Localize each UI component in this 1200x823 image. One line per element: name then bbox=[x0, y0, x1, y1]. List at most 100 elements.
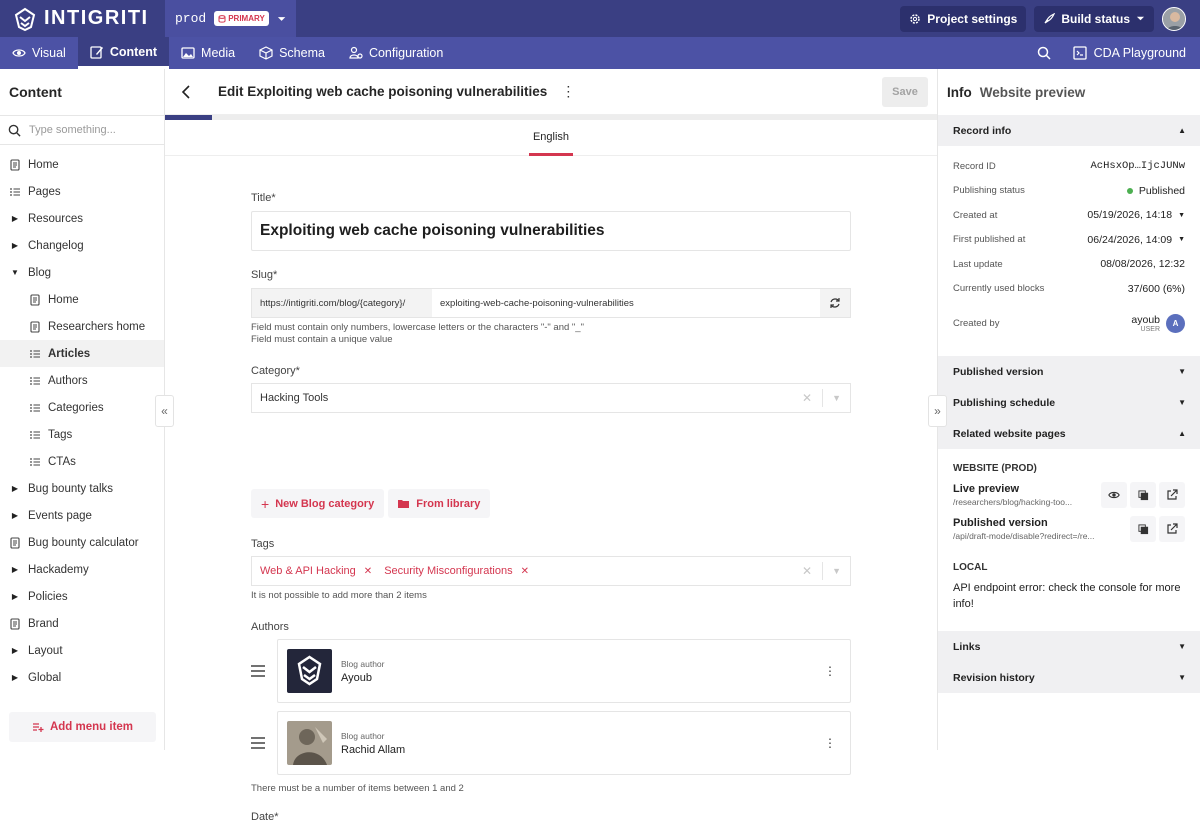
sidebar-item[interactable]: Categories bbox=[0, 394, 164, 421]
new-blog-category-button[interactable]: + New Blog category bbox=[251, 489, 385, 518]
list-icon bbox=[30, 430, 40, 439]
author-card[interactable]: Blog author Rachid Allam ⋮ bbox=[277, 711, 851, 775]
info-panel: Info Website preview Record info ▲ Recor… bbox=[937, 69, 1200, 750]
record-info-key: Currently used blocks bbox=[953, 283, 1045, 295]
project-settings-button[interactable]: Project settings bbox=[900, 5, 1027, 32]
sidebar-item[interactable]: Authors bbox=[0, 367, 164, 394]
add-menu-item-button[interactable]: Add menu item bbox=[9, 712, 156, 742]
sidebar-item[interactable]: Tags bbox=[0, 421, 164, 448]
copy-url-button[interactable] bbox=[1130, 482, 1156, 508]
tab-media[interactable]: Media bbox=[169, 37, 247, 69]
content-sidebar: Content Type something... Home Pages ▶ Reso… bbox=[0, 69, 165, 750]
eye-icon bbox=[1108, 491, 1120, 499]
clear-icon[interactable]: ✕ bbox=[802, 564, 812, 578]
sidebar-item[interactable]: Researchers home bbox=[0, 313, 164, 340]
record-info-value[interactable]: 05/19/2026, 14:18 ▼ bbox=[1087, 209, 1185, 221]
drag-handle-icon[interactable] bbox=[251, 737, 265, 749]
caret-right-icon: ▶ bbox=[11, 646, 19, 655]
sidebar-item[interactable]: Articles bbox=[0, 340, 164, 367]
regenerate-slug-button[interactable] bbox=[820, 289, 850, 317]
sidebar-item[interactable]: ▶ Changelog bbox=[0, 232, 164, 259]
chevron-left-icon bbox=[181, 84, 190, 99]
tab-content[interactable]: Content bbox=[77, 37, 170, 69]
caret-down-icon: ▼ bbox=[11, 268, 19, 277]
caret-right-icon: ▶ bbox=[11, 673, 19, 682]
sidebar-item[interactable]: ▶ Layout bbox=[0, 637, 164, 664]
sidebar-item[interactable]: ▼ Blog bbox=[0, 259, 164, 286]
tab-info[interactable]: Info bbox=[947, 85, 972, 100]
author-card[interactable]: Blog author Ayoub ⋮ bbox=[277, 639, 851, 703]
search-icon[interactable] bbox=[1037, 46, 1051, 60]
tags-select[interactable]: Web & API Hacking ✕ Security Misconfigura… bbox=[251, 556, 851, 586]
caret-right-icon: ▶ bbox=[11, 592, 19, 601]
published-version-title: Published version bbox=[953, 517, 1048, 529]
clear-icon[interactable]: ✕ bbox=[802, 391, 812, 405]
open-external-button[interactable] bbox=[1159, 482, 1185, 508]
sidebar-item[interactable]: ▶ Resources bbox=[0, 205, 164, 232]
status-dot-icon bbox=[1126, 187, 1133, 194]
related-website-pages-section[interactable]: Related website pages ▲ bbox=[938, 418, 1200, 449]
publishing-schedule-section[interactable]: Publishing schedule ▼ bbox=[938, 387, 1200, 418]
environment-selector[interactable]: prod PRIMARY bbox=[165, 0, 296, 37]
sidebar-item[interactable]: ▶ Policies bbox=[0, 583, 164, 610]
sidebar-item[interactable]: ▶ Events page bbox=[0, 502, 164, 529]
sidebar-item[interactable]: Home bbox=[0, 151, 164, 178]
links-section[interactable]: Links ▼ bbox=[938, 631, 1200, 662]
sidebar-search-input[interactable]: Type something... bbox=[29, 124, 116, 136]
user-avatar[interactable] bbox=[1162, 6, 1186, 31]
sidebar-item-label: Blog bbox=[28, 266, 52, 279]
more-options-icon[interactable]: ⋮ bbox=[824, 664, 836, 678]
sidebar-item[interactable]: ▶ Global bbox=[0, 664, 164, 691]
tab-visual[interactable]: Visual bbox=[0, 37, 78, 69]
sidebar-item[interactable]: ▶ Hackademy bbox=[0, 556, 164, 583]
user-photo-icon bbox=[1163, 7, 1185, 30]
save-button[interactable]: Save bbox=[882, 76, 928, 107]
folder-icon bbox=[398, 500, 410, 508]
category-select[interactable]: Hacking Tools ✕ ▼ bbox=[251, 383, 851, 413]
tab-website-preview[interactable]: Website preview bbox=[980, 85, 1086, 100]
published-version-section[interactable]: Published version ▼ bbox=[938, 356, 1200, 387]
sidebar-item[interactable]: Pages bbox=[0, 178, 164, 205]
published-version-row: Published version /api/draft-mode/disabl… bbox=[938, 508, 1200, 542]
chevron-down-icon bbox=[277, 16, 286, 21]
copy-url-button[interactable] bbox=[1130, 516, 1156, 542]
collapse-sidebar-button[interactable]: « bbox=[155, 395, 174, 427]
expand-panel-button[interactable]: » bbox=[928, 395, 947, 427]
live-preview-row: Live preview /researchers/blog/hacking-t… bbox=[938, 474, 1200, 508]
sidebar-item[interactable]: Home bbox=[0, 286, 164, 313]
chevron-down-icon[interactable]: ▼ bbox=[832, 566, 841, 576]
tab-locale-english[interactable]: English bbox=[528, 120, 574, 156]
chevron-down-icon[interactable]: ▼ bbox=[832, 393, 841, 403]
tab-configuration[interactable]: Configuration bbox=[337, 37, 455, 69]
sidebar-item[interactable]: ▶ Bug bounty talks bbox=[0, 475, 164, 502]
more-options-icon[interactable]: ⋮ bbox=[561, 83, 575, 100]
remove-tag-icon[interactable]: ✕ bbox=[364, 566, 372, 577]
open-external-button[interactable] bbox=[1159, 516, 1185, 542]
record-info-section[interactable]: Record info ▲ bbox=[938, 115, 1200, 146]
cda-playground-button[interactable]: CDA Playground bbox=[1072, 46, 1186, 60]
remove-tag-icon[interactable]: ✕ bbox=[521, 566, 529, 577]
record-editor: Edit Exploiting web cache poisoning vuln… bbox=[165, 69, 937, 823]
terminal-icon bbox=[1072, 46, 1087, 60]
record-info-rows: Record ID AcHsxOp…IjcJUNw Publishing statu… bbox=[938, 154, 1200, 301]
tab-schema[interactable]: Schema bbox=[247, 37, 337, 69]
record-info-value[interactable]: 06/24/2026, 14:09 ▼ bbox=[1087, 234, 1185, 246]
sidebar-item[interactable]: Bug bounty calculator bbox=[0, 529, 164, 556]
api-error-message: API endpoint error: check the console fo… bbox=[953, 582, 1181, 610]
sidebar-item[interactable]: Brand bbox=[0, 610, 164, 637]
drag-handle-icon[interactable] bbox=[251, 665, 265, 677]
record-info-key: Publishing status bbox=[953, 185, 1025, 197]
build-status-button[interactable]: Build status bbox=[1034, 5, 1154, 32]
title-input[interactable]: Exploiting web cache poisoning vulnerabi… bbox=[251, 211, 851, 251]
back-button[interactable] bbox=[165, 69, 207, 115]
revision-history-section[interactable]: Revision history ▼ bbox=[938, 662, 1200, 693]
more-options-icon[interactable]: ⋮ bbox=[824, 736, 836, 750]
preview-button[interactable] bbox=[1101, 482, 1127, 508]
brand-logo[interactable]: INTIGRITI bbox=[0, 6, 165, 32]
from-library-button[interactable]: From library bbox=[388, 489, 491, 518]
sidebar-search[interactable]: Type something... bbox=[0, 115, 164, 145]
record-info-row: Publishing status Published bbox=[938, 179, 1200, 204]
slug-input[interactable]: exploiting-web-cache-poisoning-vulnerabi… bbox=[432, 289, 820, 317]
sidebar-item-label: Articles bbox=[48, 347, 91, 360]
sidebar-item[interactable]: CTAs bbox=[0, 448, 164, 475]
